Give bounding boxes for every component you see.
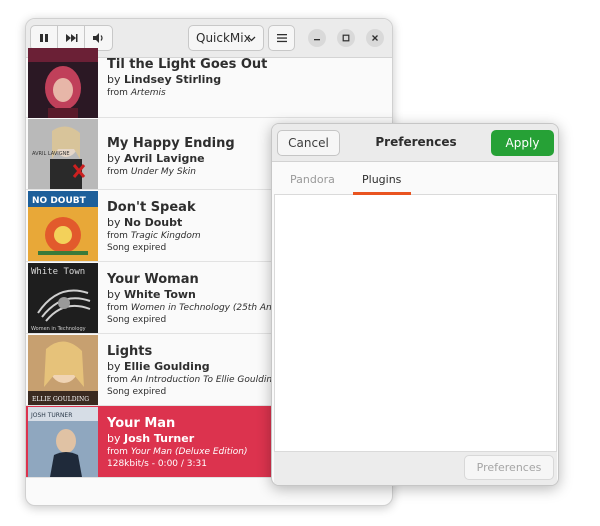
song-row[interactable]: Til the Light Goes Out by Lindsey Stirli…	[26, 48, 392, 118]
album-art: AVRIL LAVIGNE	[28, 119, 98, 189]
station-selector[interactable]: QuickMix	[188, 25, 264, 51]
plugins-panel	[274, 195, 557, 452]
album-art-image	[28, 48, 98, 118]
album-art-image: AVRIL LAVIGNE	[28, 119, 98, 189]
album-art	[28, 48, 98, 118]
pause-button[interactable]	[31, 26, 58, 50]
tab-plugins[interactable]: Plugins	[362, 173, 401, 186]
volume-icon	[93, 33, 103, 43]
album-art: NO DOUBT	[28, 191, 98, 261]
volume-button[interactable]	[85, 26, 112, 50]
album-art-image: JOSH TURNER	[28, 407, 98, 477]
album-art-text: AVRIL LAVIGNE	[32, 151, 70, 157]
hamburger-menu-icon	[276, 34, 287, 43]
plugin-preferences-button[interactable]: Preferences	[464, 455, 554, 480]
album-art-text: ELLIE GOULDING	[32, 396, 89, 403]
maximize-icon	[342, 34, 350, 42]
apply-button[interactable]: Apply	[491, 130, 554, 156]
pause-icon	[40, 34, 48, 42]
song-title: Til the Light Goes Out	[107, 57, 268, 72]
desktop: QuickMix Til the Light Goes Out by Linds…	[0, 0, 600, 526]
maximize-button[interactable]	[337, 29, 355, 47]
album-art-caption: Women in Technology	[31, 326, 86, 332]
album-art-image: NO DOUBT	[28, 191, 98, 261]
album-art-text: JOSH TURNER	[30, 412, 72, 419]
close-icon	[372, 35, 378, 41]
song-info: Til the Light Goes Out by Lindsey Stirli…	[107, 54, 392, 99]
album-art-image: White Town Women in Technology	[28, 263, 98, 333]
station-label: QuickMix	[196, 31, 251, 45]
album-art-text: NO DOUBT	[32, 196, 87, 206]
minimize-button[interactable]	[308, 29, 326, 47]
song-artist: by Lindsey Stirling	[107, 73, 222, 86]
tab-pandora[interactable]: Pandora	[290, 173, 335, 186]
song-album: from Artemis	[107, 88, 166, 98]
dialog-footer: Preferences	[274, 452, 557, 485]
preferences-dialog: Cancel Preferences Apply Pandora Plugins…	[271, 123, 559, 486]
dialog-tabs: Pandora Plugins	[274, 164, 557, 195]
album-art-image: ELLIE GOULDING	[28, 335, 98, 405]
album-art: ELLIE GOULDING	[28, 335, 98, 405]
skip-next-icon	[65, 34, 77, 42]
next-button[interactable]	[58, 26, 85, 50]
minimize-icon	[314, 39, 320, 41]
chevron-down-icon	[247, 36, 256, 42]
close-button[interactable]	[366, 29, 384, 47]
album-art-text: White Town	[31, 267, 85, 277]
dialog-header: Cancel Preferences Apply	[272, 124, 558, 162]
menu-button[interactable]	[268, 25, 295, 51]
dialog-title: Preferences	[375, 135, 457, 149]
album-art: White Town Women in Technology	[28, 263, 98, 333]
cancel-button[interactable]: Cancel	[277, 130, 340, 156]
album-art: JOSH TURNER	[28, 407, 98, 477]
